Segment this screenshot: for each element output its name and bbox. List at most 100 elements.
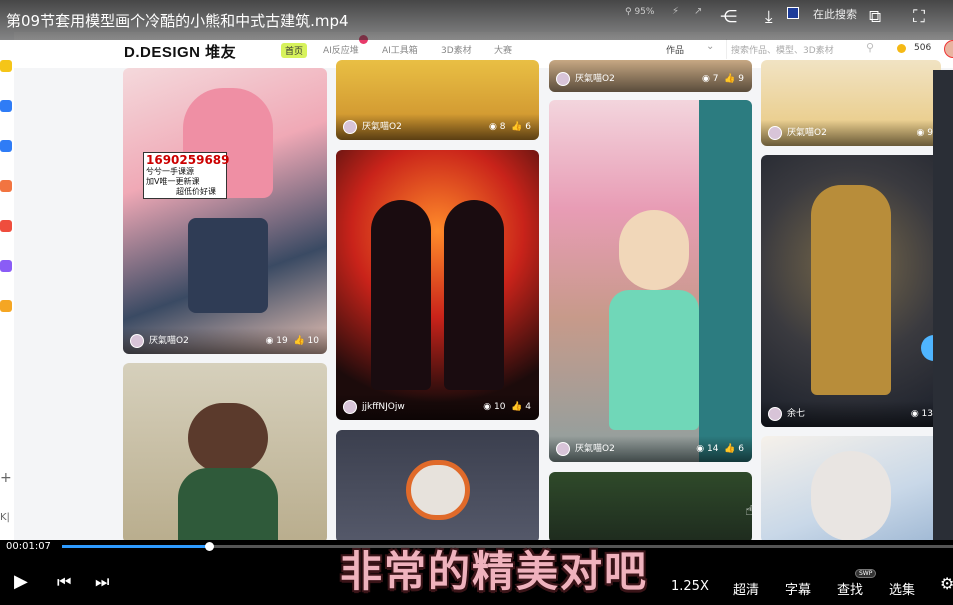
nav-contest[interactable]: 大赛 [494,43,512,56]
author-avatar[interactable] [768,126,782,140]
card-illustration [371,200,431,390]
author-avatar[interactable] [556,72,570,86]
works-dropdown[interactable]: 作品 [666,43,684,56]
artwork-card[interactable] [336,430,539,540]
captions-button[interactable]: 字幕 [785,579,811,598]
card-author[interactable]: 厌氣喵O2 [787,125,827,138]
nav-ai-reactor[interactable]: AI反应堆 [323,43,359,56]
card-views: 14 [707,444,719,454]
artwork-card[interactable]: 厌氣喵O2 ◉ 9 [761,60,941,146]
picture-in-picture-icon[interactable]: ⧉ [869,7,881,27]
fullscreen-icon[interactable]: ⛶ [913,7,925,27]
card-illustration [178,468,278,540]
artwork-card[interactable]: jjkffNJOjw ◉ 10 👍 4 [336,150,539,420]
next-icon[interactable]: ⏭ [95,574,109,590]
site-search-input[interactable]: 搜索作品、模型、3D素材 [726,39,886,59]
watermark-overlay: 1690259689 兮兮一手课源 加V唯一更新课 超低价好课 [143,152,230,199]
card-views: 8 [499,122,506,132]
card-views: 7 [712,74,719,84]
nav-ai-toolbox[interactable]: AI工具箱 [382,43,418,56]
pdf-icon [0,220,12,232]
author-avatar[interactable] [768,407,782,421]
artwork-card[interactable] [123,363,327,540]
watermark-line: 兮兮一手课源 [146,167,194,176]
quality-button[interactable]: 超清 [733,579,759,598]
video-subtitle: 非常的精美对吧 [340,547,649,596]
card-footer: 厌氣喵O2 ◉ 8 👍 6 [336,114,539,140]
author-avatar[interactable] [343,400,357,414]
watermark-line: 超低价好课 [176,187,216,196]
edit-icon [0,260,12,272]
author-avatar[interactable] [556,442,570,456]
artwork-card[interactable]: 厌氣喵O2 ◉ 8 👍 6 [336,60,539,140]
topbar-search-text[interactable]: 在此搜索 [813,6,857,22]
card-illustration [406,460,470,520]
artwork-card[interactable]: 厌氣喵O2 ◉ 14 👍 6 [549,100,752,462]
coin-icon [897,44,906,53]
progress-thumb[interactable] [205,542,214,551]
artwork-card[interactable] [549,472,752,540]
card-illustration [811,451,891,540]
video-frame[interactable]: + K| D.DESIGN 堆友 首页 AI反应堆 AI工具箱 3D素材 大赛 … [0,0,953,540]
card-illustration [811,185,891,395]
card-illustration [609,290,699,430]
card-views: 19 [276,336,288,346]
card-stats: ◉ 9 [916,128,933,138]
artwork-card[interactable]: 厌氣喵O2 ◉ 19 👍 10 [123,68,327,354]
card-author[interactable]: 厌氣喵O2 [362,119,402,132]
card-likes: 9 [738,74,744,84]
app-icon [787,7,799,19]
download-icon[interactable]: ⤓ [765,7,773,27]
home-icon [0,180,12,192]
nav-home[interactable]: 首页 [281,43,308,58]
flash-icon: ⚡ [672,6,680,17]
card-footer: 厌氣喵O2 ◉ 14 👍 6 [549,436,752,462]
share-out-icon: ↗ [694,6,703,17]
previous-icon[interactable]: ⏮ [57,574,71,590]
card-author[interactable]: 厌氣喵O2 [575,441,615,454]
card-author[interactable]: jjkffNJOjw [362,402,405,412]
card-author[interactable]: 厌氣喵O2 [575,71,615,84]
card-illustration [444,200,504,390]
search-button[interactable]: 查找 [837,579,863,598]
star-icon [0,60,12,72]
chevron-down-icon: ⌄ [706,41,715,52]
card-stats: ◉ 14 👍 6 [696,444,744,454]
cursor-icon: ☝ [745,503,754,519]
card-author[interactable]: 余七 [787,406,805,419]
author-avatar[interactable] [130,334,144,348]
site-left-rail: + K| [0,40,14,540]
search-icon[interactable]: ⚲ [866,41,874,54]
artwork-card[interactable]: 余七 ◉ 13 [761,155,941,427]
clock-icon [0,100,12,112]
share-icon[interactable]: ⋲ [720,7,737,27]
user-avatar[interactable] [944,40,953,58]
current-time: 00:01:07 [6,541,51,552]
card-stats: ◉ 19 👍 10 [265,336,319,346]
card-views: 10 [494,402,506,412]
card-likes: 6 [525,122,531,132]
video-title: 第09节套用模型画个冷酷的小熊和中式古建筑.mp4 [6,12,349,30]
search-badge: SWP [855,569,877,578]
settings-icon[interactable]: ⚙ [940,576,953,592]
card-author[interactable]: 厌氣喵O2 [149,333,189,346]
collapse-icon: K| [0,512,10,523]
speed-button[interactable]: 1.25X [671,579,709,594]
watermark-number: 1690259689 [146,153,230,167]
search-icon [0,300,12,312]
card-illustration [188,218,268,313]
card-stats: ◉ 8 👍 6 [489,122,531,132]
artwork-card[interactable]: 厌氣喵O2 ◉ 7 👍 9 [549,60,752,92]
artwork-card[interactable] [761,436,941,540]
card-footer: 厌氣喵O2 ◉ 19 👍 10 [123,328,327,354]
card-likes: 10 [307,336,319,346]
nav-3d-assets[interactable]: 3D素材 [441,43,472,56]
card-footer: 厌氣喵O2 ◉ 7 👍 9 [549,60,752,92]
site-logo[interactable]: D.DESIGN 堆友 [124,41,236,62]
card-likes: 6 [738,444,744,454]
play-icon[interactable]: ▶ [14,573,28,591]
coin-balance: 506 [914,43,932,53]
episodes-button[interactable]: 选集 [889,579,915,598]
card-views: 13 [921,409,933,419]
author-avatar[interactable] [343,120,357,134]
